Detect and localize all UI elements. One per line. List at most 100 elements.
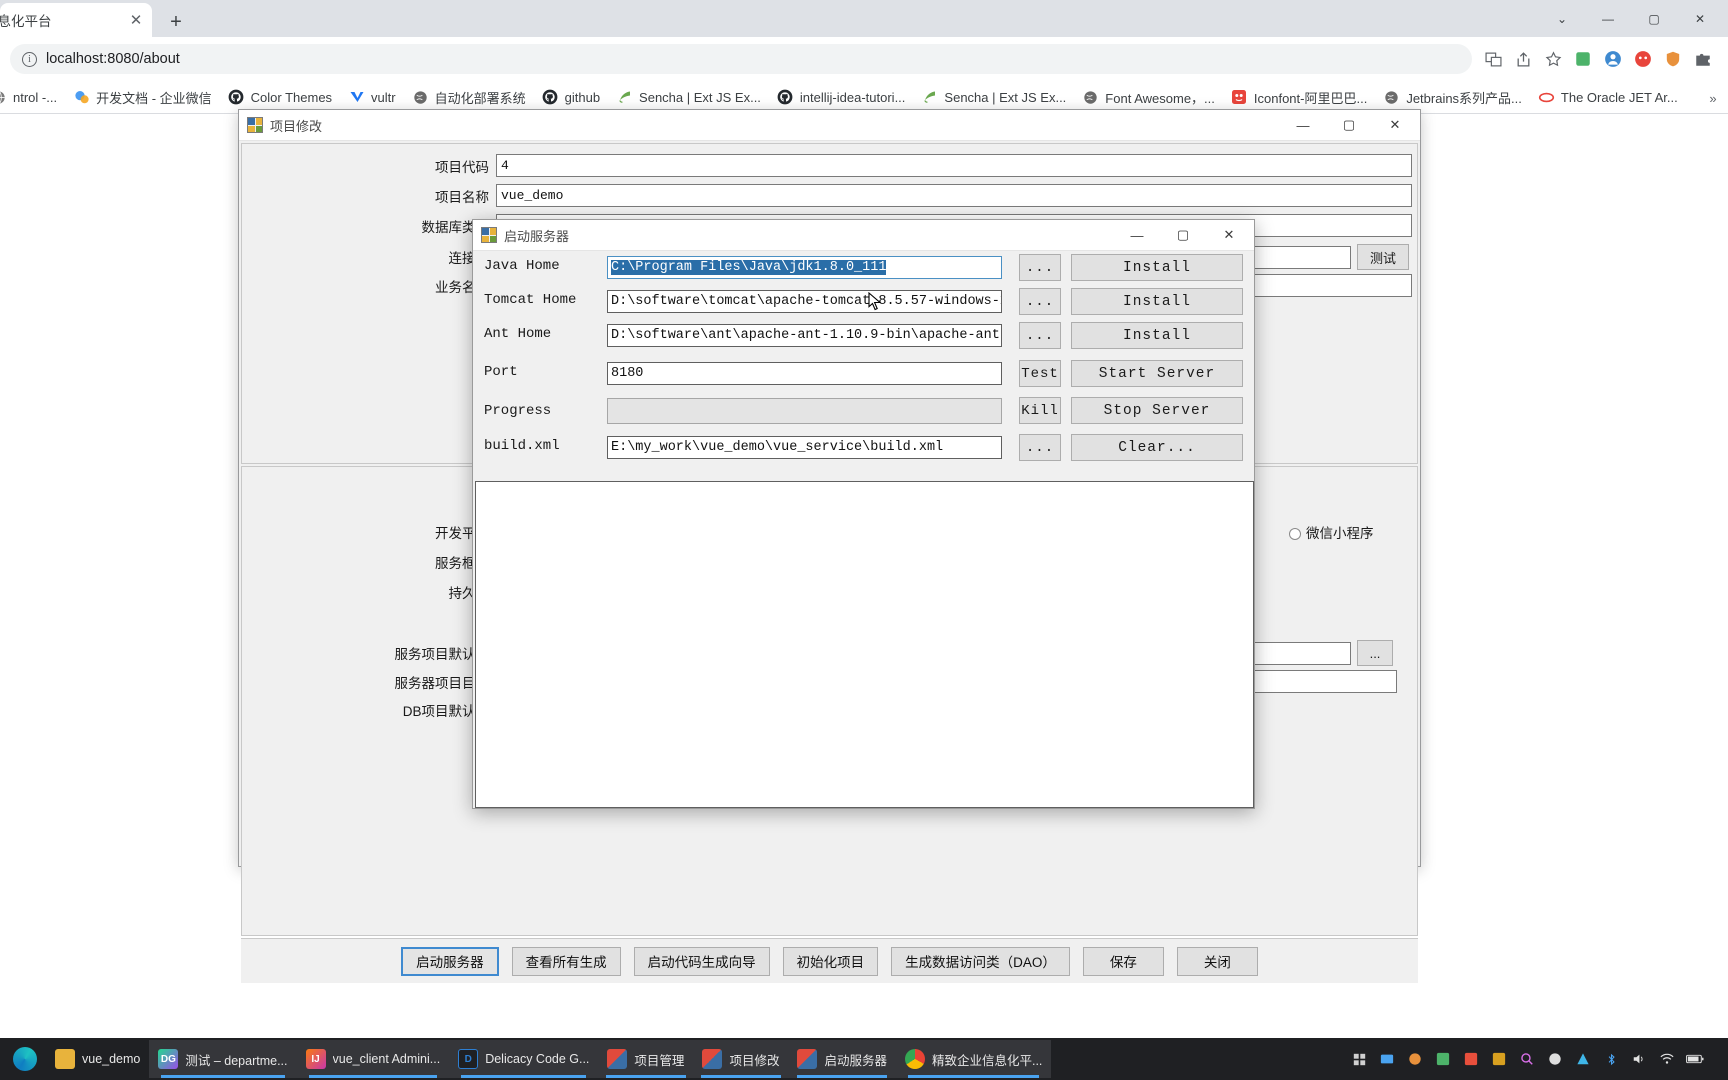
project-name-input[interactable]: vue_demo bbox=[496, 184, 1412, 207]
generate-dao-button[interactable]: 生成数据访问类（DAO） bbox=[891, 946, 1070, 976]
server-dialog-titlebar[interactable]: 启动服务器 — ▢ ✕ bbox=[473, 220, 1254, 251]
site-info-icon[interactable]: i bbox=[22, 51, 37, 67]
app7-icon[interactable] bbox=[1574, 1050, 1592, 1068]
translate-icon[interactable] bbox=[1478, 44, 1508, 74]
start-server-button[interactable]: 启动服务器 bbox=[401, 946, 499, 976]
app1-icon[interactable] bbox=[1378, 1050, 1396, 1068]
close-window-icon[interactable]: ✕ bbox=[1678, 4, 1722, 34]
project-window-controls: — ▢ ✕ bbox=[1280, 110, 1418, 141]
radio-icon[interactable] bbox=[1289, 528, 1301, 540]
project-window-titlebar[interactable]: 项目修改 — ▢ ✕ bbox=[239, 110, 1420, 141]
minimize-icon[interactable]: — bbox=[1280, 110, 1326, 141]
java-home-install-button[interactable]: Install bbox=[1071, 254, 1243, 281]
close-icon[interactable]: ✕ bbox=[126, 10, 146, 30]
tomcat-home-input[interactable]: D:\software\tomcat\apache-tomcat-8.5.57-… bbox=[607, 290, 1002, 313]
view-all-generated-button[interactable]: 查看所有生成 bbox=[511, 946, 621, 976]
browser-tab[interactable]: 信息化平台 ✕ bbox=[0, 3, 152, 37]
init-project-button[interactable]: 初始化项目 bbox=[782, 946, 879, 976]
bookmark-item[interactable]: vultr bbox=[340, 86, 404, 109]
maximize-icon[interactable]: ▢ bbox=[1326, 110, 1372, 141]
start-codegen-wizard-button[interactable]: 启动代码生成向导 bbox=[633, 946, 770, 976]
test-port-button[interactable]: Test bbox=[1019, 360, 1061, 387]
test-connection-button[interactable]: 测试 bbox=[1357, 244, 1409, 270]
address-bar[interactable]: i localhost:8080/about bbox=[10, 44, 1472, 74]
java-home-browse-button[interactable]: ... bbox=[1019, 254, 1061, 281]
project-code-input[interactable]: 4 bbox=[496, 154, 1412, 177]
minimize-icon[interactable]: — bbox=[1114, 220, 1160, 251]
bookmark-item[interactable]: github bbox=[534, 86, 608, 109]
app4-icon[interactable] bbox=[1462, 1050, 1480, 1068]
tomcat-home-install-button[interactable]: Install bbox=[1071, 288, 1243, 315]
share-icon[interactable] bbox=[1508, 44, 1538, 74]
app2-icon[interactable] bbox=[1406, 1050, 1424, 1068]
bookmarks-overflow-icon[interactable]: » bbox=[1702, 87, 1724, 109]
maximize-icon[interactable]: ▢ bbox=[1160, 220, 1206, 251]
taskbar-start-edge[interactable] bbox=[4, 1040, 46, 1078]
ant-home-install-button[interactable]: Install bbox=[1071, 322, 1243, 349]
clear-log-button[interactable]: Clear... bbox=[1071, 434, 1243, 461]
minimize-icon[interactable]: — bbox=[1586, 4, 1630, 34]
app3-icon[interactable] bbox=[1434, 1050, 1452, 1068]
bookmark-item[interactable]: 开发文档 - 企业微信 bbox=[65, 85, 220, 110]
build-xml-input[interactable]: E:\my_work\vue_demo\vue_service\build.xm… bbox=[607, 436, 1002, 459]
taskbar-item-chrome[interactable]: 精致企业信息化平... bbox=[895, 1040, 1051, 1078]
grammarly-icon[interactable] bbox=[1628, 44, 1658, 74]
bookmark-item[interactable]: intellij-idea-tutori... bbox=[769, 86, 914, 109]
java-home-input[interactable]: C:\Program Files\Java\jdk1.8.0_111 bbox=[607, 256, 1002, 279]
bookmark-item[interactable]: Iconfont-阿里巴巴... bbox=[1223, 85, 1375, 110]
taskbar-item-project-manage[interactable]: 项目管理 bbox=[598, 1040, 694, 1078]
bookmark-item[interactable]: Sencha | Ext JS Ex... bbox=[608, 86, 769, 109]
bookmark-item[interactable]: Color Themes bbox=[220, 86, 340, 109]
wechat-miniprogram-option[interactable]: 微信小程序 bbox=[1289, 522, 1374, 542]
search-icon[interactable] bbox=[1518, 1050, 1536, 1068]
new-tab-button[interactable]: + bbox=[162, 8, 190, 36]
app5-icon[interactable] bbox=[1490, 1050, 1508, 1068]
profile-icon[interactable] bbox=[1598, 44, 1628, 74]
server-row-port: Port 8180 Test Start Server bbox=[473, 357, 1254, 391]
ant-home-input[interactable]: D:\software\ant\apache-ant-1.10.9-bin\ap… bbox=[607, 324, 1002, 347]
bookmark-item[interactable]: Jetbrains系列产品... bbox=[1375, 85, 1530, 110]
close-button[interactable]: 关闭 bbox=[1176, 946, 1258, 976]
volume-icon[interactable] bbox=[1630, 1050, 1648, 1068]
taskbar-item-label: 精致企业信息化平... bbox=[931, 1053, 1042, 1068]
tomcat-home-browse-button[interactable]: ... bbox=[1019, 288, 1061, 315]
bookmark-item[interactable]: Font Awesome，... bbox=[1074, 85, 1223, 110]
port-input[interactable]: 8180 bbox=[607, 362, 1002, 385]
network-icon[interactable] bbox=[1658, 1050, 1676, 1068]
progress-bar bbox=[607, 398, 1002, 424]
bluetooth-icon[interactable] bbox=[1602, 1050, 1620, 1068]
taskbar-item-start-server[interactable]: 启动服务器 bbox=[788, 1040, 896, 1078]
tomcat-home-label: Tomcat Home bbox=[484, 292, 577, 308]
chevron-down-icon[interactable]: ⌄ bbox=[1540, 4, 1584, 34]
taskbar-item-intellij[interactable]: IJ vue_client Admini... bbox=[296, 1040, 450, 1078]
start-server-action-button[interactable]: Start Server bbox=[1071, 360, 1243, 387]
taskbar-item-project-edit[interactable]: 项目修改 bbox=[693, 1040, 789, 1078]
save-button[interactable]: 保存 bbox=[1082, 946, 1164, 976]
close-icon[interactable]: ✕ bbox=[1372, 110, 1418, 141]
close-icon[interactable]: ✕ bbox=[1206, 220, 1252, 251]
ant-home-browse-button[interactable]: ... bbox=[1019, 322, 1061, 349]
taskbar-item-vue-demo[interactable]: vue_demo bbox=[46, 1040, 149, 1078]
taskbar-item-delicacy[interactable]: D Delicacy Code G... bbox=[449, 1040, 599, 1078]
bookmark-item[interactable]: Sencha | Ext JS Ex... bbox=[913, 86, 1074, 109]
star-icon[interactable] bbox=[1538, 44, 1568, 74]
server-log-output[interactable] bbox=[475, 481, 1254, 808]
java-app-icon bbox=[481, 227, 497, 243]
bookmark-item[interactable]: The Oracle JET Ar... bbox=[1530, 86, 1686, 109]
tray-expand-icon[interactable] bbox=[1350, 1050, 1368, 1068]
bookmark-item[interactable]: 自动化部署系统 bbox=[404, 85, 534, 110]
taskbar-item-datagrip[interactable]: DG 测试 – departme... bbox=[149, 1040, 297, 1078]
app6-icon[interactable] bbox=[1546, 1050, 1564, 1068]
maximize-icon[interactable]: ▢ bbox=[1632, 4, 1676, 34]
browse-service-dir-button[interactable]: ... bbox=[1357, 640, 1393, 666]
field-label-business-name: 业务名称 bbox=[435, 279, 489, 295]
stop-server-button[interactable]: Stop Server bbox=[1071, 397, 1243, 424]
extension-icon[interactable] bbox=[1568, 44, 1598, 74]
kill-server-button[interactable]: Kill bbox=[1019, 397, 1061, 424]
shield-icon[interactable] bbox=[1658, 44, 1688, 74]
battery-icon[interactable] bbox=[1686, 1050, 1704, 1068]
bookmark-item[interactable]: ntrol -... bbox=[0, 86, 65, 109]
puzzle-icon[interactable] bbox=[1688, 44, 1718, 74]
github-icon bbox=[228, 89, 245, 106]
build-xml-browse-button[interactable]: ... bbox=[1019, 434, 1061, 461]
